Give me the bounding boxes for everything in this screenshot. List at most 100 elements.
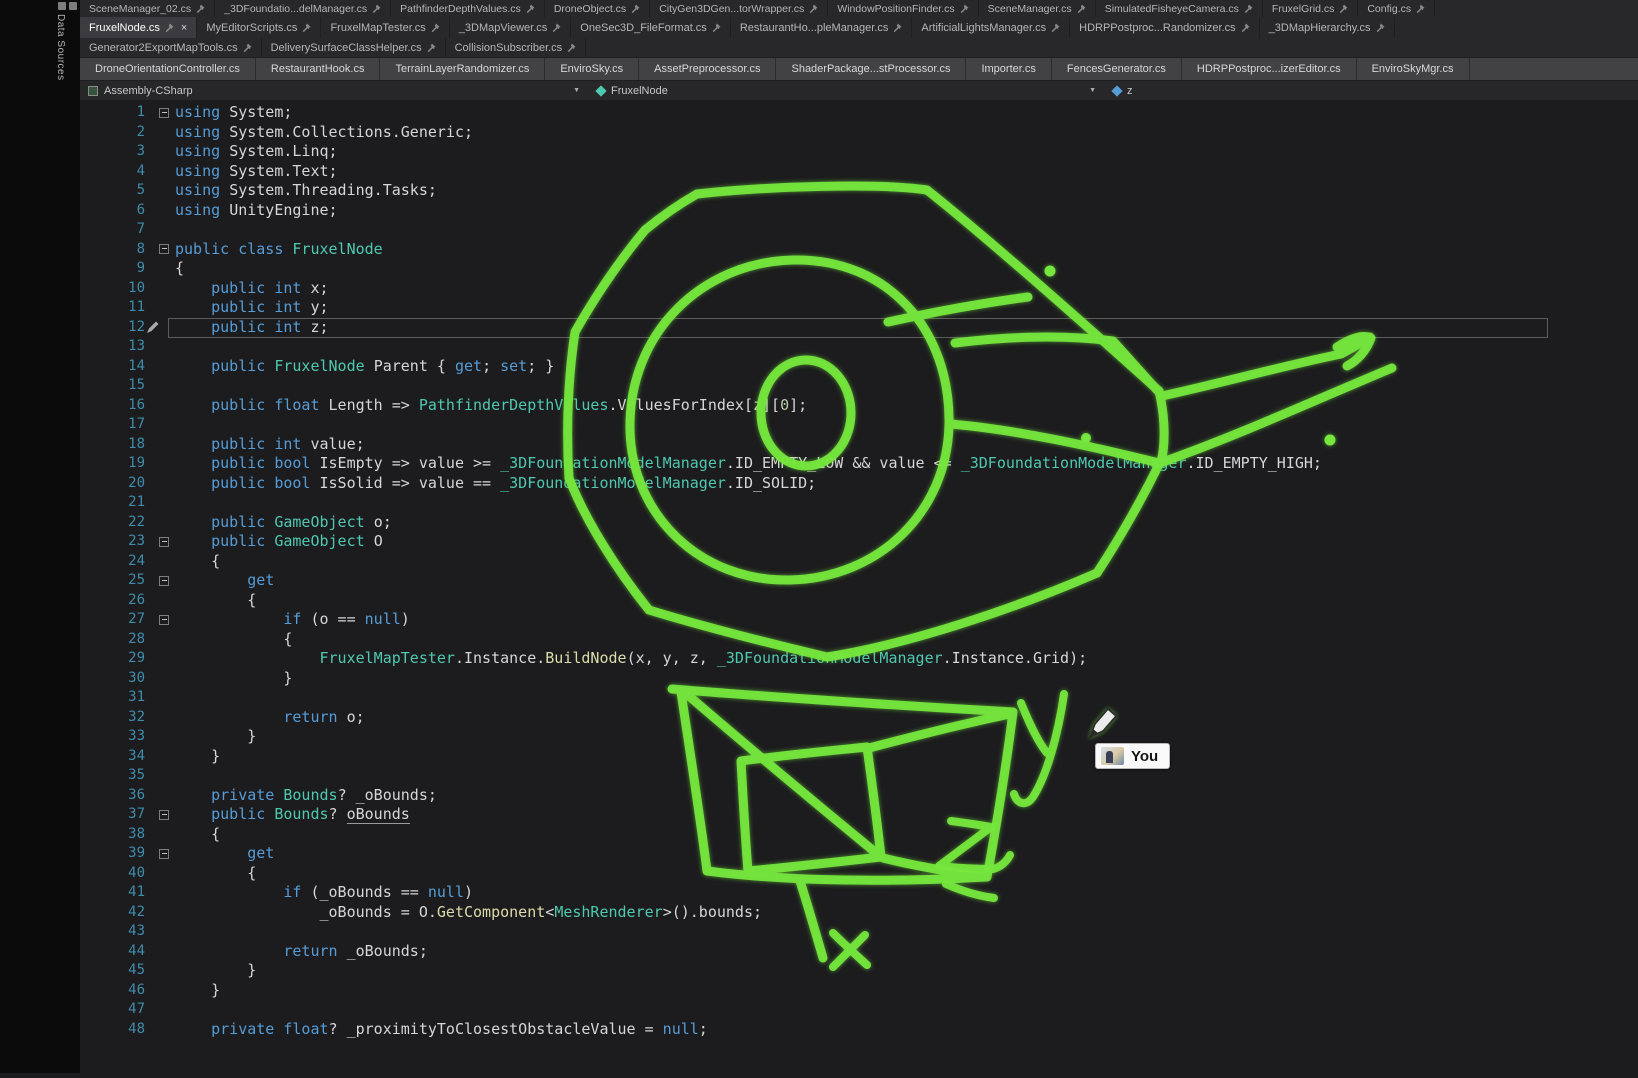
tab-FruxelNode.cs[interactable]: FruxelNode.cs× xyxy=(80,17,197,38)
code-text[interactable]: public GameObject O xyxy=(175,532,1638,552)
tab-HDRPPostproc...izerEditor.cs[interactable]: HDRPPostproc...izerEditor.cs xyxy=(1182,58,1357,80)
code-text[interactable]: { xyxy=(175,591,1638,611)
tab-_3DFoundatio...delManager.cs[interactable]: _3DFoundatio...delManager.cs xyxy=(215,0,391,17)
code-text[interactable]: using System.Threading.Tasks; xyxy=(175,181,1638,201)
code-text[interactable]: { xyxy=(175,630,1638,650)
code-text[interactable]: public int value; xyxy=(175,435,1638,455)
code-text[interactable]: public FruxelNode Parent { get; set; } xyxy=(175,357,1638,377)
code-text[interactable]: public class FruxelNode xyxy=(175,240,1638,260)
code-text[interactable] xyxy=(175,415,1638,435)
code-text[interactable]: public float Length => PathfinderDepthVa… xyxy=(175,396,1638,416)
code-text[interactable] xyxy=(175,493,1638,513)
code-text[interactable]: } xyxy=(175,747,1638,767)
code-text[interactable]: public int y; xyxy=(175,298,1638,318)
pin-icon[interactable] xyxy=(526,4,535,13)
code-text[interactable] xyxy=(175,766,1638,786)
tab-EnviroSkyMgr.cs[interactable]: EnviroSkyMgr.cs xyxy=(1357,58,1470,80)
pin-icon[interactable] xyxy=(1339,4,1348,13)
code-text[interactable]: private float? _proximityToClosestObstac… xyxy=(175,1020,1638,1040)
code-text[interactable] xyxy=(175,1000,1638,1020)
tab-MyEditorScripts.cs[interactable]: MyEditorScripts.cs xyxy=(197,17,321,38)
tab-DroneOrientationController.cs[interactable]: DroneOrientationController.cs xyxy=(80,58,256,80)
code-text[interactable]: get xyxy=(175,571,1638,591)
code-text[interactable]: if (_oBounds == null) xyxy=(175,883,1638,903)
code-text[interactable] xyxy=(175,922,1638,942)
pin-icon[interactable] xyxy=(1241,23,1250,32)
tab-SceneManager.cs[interactable]: SceneManager.cs xyxy=(979,0,1096,17)
code-text[interactable]: FruxelMapTester.Instance.BuildNode(x, y,… xyxy=(175,649,1638,669)
code-text[interactable]: using UnityEngine; xyxy=(175,201,1638,221)
code-text[interactable]: public int x; xyxy=(175,279,1638,299)
type-dropdown[interactable]: FruxelNode ▼ xyxy=(588,81,1104,100)
code-text[interactable] xyxy=(175,337,1638,357)
toolbox-icon[interactable] xyxy=(58,2,66,10)
tab-RestaurantHook.cs[interactable]: RestaurantHook.cs xyxy=(256,58,381,80)
pin-icon[interactable] xyxy=(372,4,381,13)
pin-icon[interactable] xyxy=(1244,4,1253,13)
pin-icon[interactable] xyxy=(165,23,174,32)
tab-FruxelGrid.cs[interactable]: FruxelGrid.cs xyxy=(1263,0,1358,17)
code-text[interactable]: public int z; xyxy=(175,318,1638,338)
code-text[interactable]: } xyxy=(175,727,1638,747)
code-text[interactable]: { xyxy=(175,259,1638,279)
fold-collapse-icon[interactable] xyxy=(159,615,169,625)
fold-collapse-icon[interactable] xyxy=(159,810,169,820)
pin-icon[interactable] xyxy=(712,23,721,32)
pin-icon[interactable] xyxy=(1077,4,1086,13)
tab-ShaderPackage...stProcessor.cs[interactable]: ShaderPackage...stProcessor.cs xyxy=(776,58,966,80)
tab-FruxelMapTester.cs[interactable]: FruxelMapTester.cs xyxy=(321,17,449,38)
pin-icon[interactable] xyxy=(196,4,205,13)
code-text[interactable]: using System.Text; xyxy=(175,162,1638,182)
pin-icon[interactable] xyxy=(809,4,818,13)
pin-icon[interactable] xyxy=(960,4,969,13)
code-text[interactable]: { xyxy=(175,825,1638,845)
fold-collapse-icon[interactable] xyxy=(159,108,169,118)
pin-icon[interactable] xyxy=(431,23,440,32)
pin-icon[interactable] xyxy=(1416,4,1425,13)
close-icon[interactable]: × xyxy=(181,22,187,34)
pin-icon[interactable] xyxy=(1376,23,1385,32)
member-dropdown[interactable]: z xyxy=(1104,81,1638,100)
code-text[interactable] xyxy=(175,376,1638,396)
tab-HDRPPostproc...Randomizer.cs[interactable]: HDRPPostproc...Randomizer.cs xyxy=(1070,17,1260,38)
code-text[interactable]: return _oBounds; xyxy=(175,942,1638,962)
code-text[interactable]: private Bounds? _oBounds; xyxy=(175,786,1638,806)
data-sources-tab[interactable]: Data Sources xyxy=(55,14,66,81)
tab-FencesGenerator.cs[interactable]: FencesGenerator.cs xyxy=(1052,58,1182,80)
code-text[interactable]: } xyxy=(175,981,1638,1001)
code-text[interactable]: using System.Collections.Generic; xyxy=(175,123,1638,143)
tab-CollisionSubscriber.cs[interactable]: CollisionSubscriber.cs xyxy=(446,38,587,57)
fold-collapse-icon[interactable] xyxy=(159,849,169,859)
tab-PathfinderDepthValues.cs[interactable]: PathfinderDepthValues.cs xyxy=(391,0,545,17)
code-text[interactable]: public GameObject o; xyxy=(175,513,1638,533)
pin-icon[interactable] xyxy=(302,23,311,32)
code-text[interactable]: } xyxy=(175,961,1638,981)
fold-collapse-icon[interactable] xyxy=(159,537,169,547)
tab-_3DMapHierarchy.cs[interactable]: _3DMapHierarchy.cs xyxy=(1260,17,1395,38)
code-editor[interactable]: 1using System;2using System.Collections.… xyxy=(80,100,1638,1078)
tab-SimulatedFisheyeCamera.cs[interactable]: SimulatedFisheyeCamera.cs xyxy=(1096,0,1263,17)
tab-RestaurantHo...pleManager.cs[interactable]: RestaurantHo...pleManager.cs xyxy=(731,17,913,38)
code-text[interactable]: if (o == null) xyxy=(175,610,1638,630)
tab-_3DMapViewer.cs[interactable]: _3DMapViewer.cs xyxy=(450,17,571,38)
pin-icon[interactable] xyxy=(1051,23,1060,32)
server-explorer-icon[interactable] xyxy=(69,2,77,10)
tab-OneSec3D_FileFormat.cs[interactable]: OneSec3D_FileFormat.cs xyxy=(571,17,731,38)
code-text[interactable] xyxy=(175,220,1638,240)
code-text[interactable]: return o; xyxy=(175,708,1638,728)
code-text[interactable]: using System.Linq; xyxy=(175,142,1638,162)
code-text[interactable]: { xyxy=(175,864,1638,884)
code-text[interactable]: public bool IsEmpty => value >= _3DFound… xyxy=(175,454,1638,474)
tab-ArtificialLightsManager.cs[interactable]: ArtificialLightsManager.cs xyxy=(912,17,1070,38)
tab-DeliverySurfaceClassHelper.cs[interactable]: DeliverySurfaceClassHelper.cs xyxy=(262,38,446,57)
pin-icon[interactable] xyxy=(243,43,252,52)
fold-collapse-icon[interactable] xyxy=(159,576,169,586)
code-text[interactable]: { xyxy=(175,552,1638,572)
tab-TerrainLayerRandomizer.cs[interactable]: TerrainLayerRandomizer.cs xyxy=(380,58,545,80)
tab-SceneManager_02.cs[interactable]: SceneManager_02.cs xyxy=(80,0,215,17)
tab-Generator2ExportMapTools.cs[interactable]: Generator2ExportMapTools.cs xyxy=(80,38,262,57)
tab-WindowPositionFinder.cs[interactable]: WindowPositionFinder.cs xyxy=(828,0,978,17)
tab-CityGen3DGen...torWrapper.cs[interactable]: CityGen3DGen...torWrapper.cs xyxy=(650,0,828,17)
tab-AssetPreprocessor.cs[interactable]: AssetPreprocessor.cs xyxy=(639,58,776,80)
fold-collapse-icon[interactable] xyxy=(159,244,169,254)
